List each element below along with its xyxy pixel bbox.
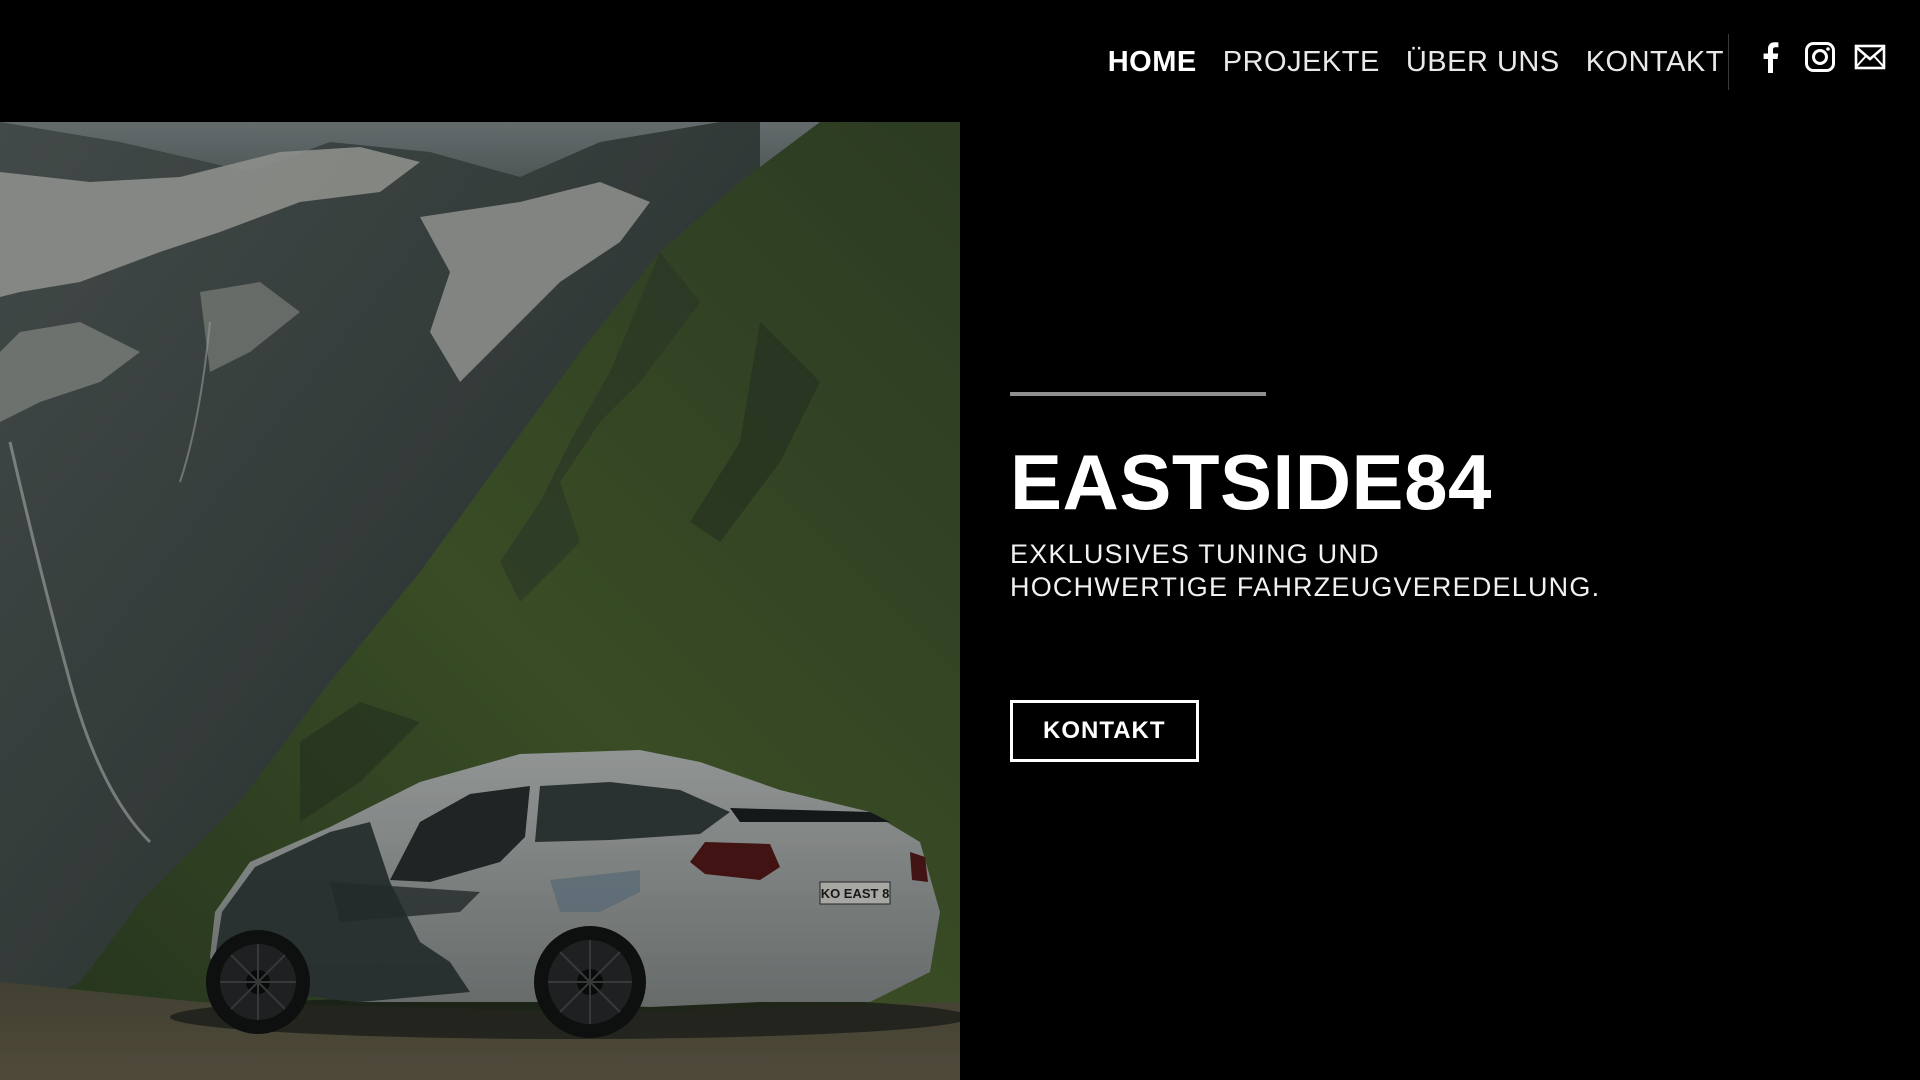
car-landscape-illustration: KO EAST 8 <box>0 122 960 1080</box>
nav-divider <box>1728 34 1729 90</box>
kontakt-button[interactable]: KONTAKT <box>1010 700 1199 762</box>
page-title: EASTSIDE84 <box>1010 438 1492 526</box>
site-header: HOME PROJEKTE ÜBER UNS KONTAKT <box>0 0 1920 122</box>
hero-subtitle: EXKLUSIVES TUNING UND HOCHWERTIGE FAHRZE… <box>1010 538 1870 604</box>
main-nav: HOME PROJEKTE ÜBER UNS KONTAKT <box>1082 42 1724 82</box>
nav-home[interactable]: HOME <box>1108 42 1197 82</box>
facebook-icon[interactable] <box>1754 40 1786 74</box>
nav-ueber-uns[interactable]: ÜBER UNS <box>1406 42 1560 82</box>
nav-projekte[interactable]: PROJEKTE <box>1223 42 1380 82</box>
instagram-icon[interactable] <box>1804 40 1836 74</box>
mail-icon[interactable] <box>1854 40 1886 74</box>
title-rule <box>1010 392 1266 396</box>
hero-subtitle-line-1: EXKLUSIVES TUNING UND <box>1010 539 1380 569</box>
hero-subtitle-line-2: HOCHWERTIGE FAHRZEUGVEREDELUNG. <box>1010 572 1601 602</box>
nav-kontakt[interactable]: KONTAKT <box>1586 42 1724 82</box>
social-links <box>1754 40 1886 74</box>
hero-content: EASTSIDE84 EXKLUSIVES TUNING UND HOCHWER… <box>1010 392 1870 762</box>
hero-image-car-mountains: KO EAST 8 <box>0 122 960 1080</box>
